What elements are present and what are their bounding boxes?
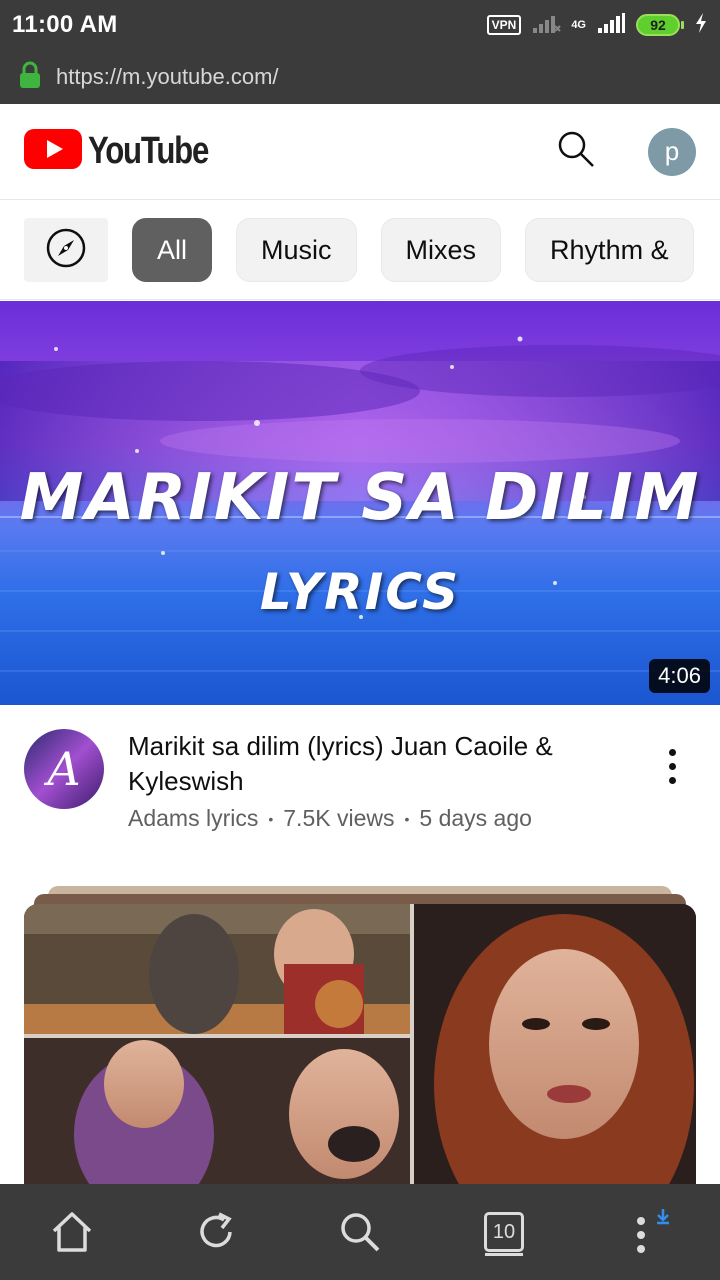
video-info: A Marikit sa dilim (lyrics) Juan Caoile … xyxy=(0,705,720,885)
video-thumbnail[interactable]: MARIKIT SA DILIM LYRICS 4:06 xyxy=(0,301,720,705)
header-actions: p xyxy=(556,127,696,176)
youtube-play-icon xyxy=(24,129,82,174)
more-options-icon[interactable] xyxy=(648,729,696,885)
menu-icon[interactable] xyxy=(618,1202,678,1262)
battery-level: 92 xyxy=(636,14,680,36)
browser-bottom-nav: 10 xyxy=(0,1184,720,1280)
youtube-wordmark: YouTube xyxy=(88,130,209,172)
address-bar[interactable]: https://m.youtube.com/ xyxy=(0,50,720,104)
thumbnail-title: MARIKIT SA DILIM xyxy=(19,461,701,535)
channel-avatar[interactable]: A xyxy=(24,729,104,809)
playlist-thumbnail xyxy=(24,904,696,1186)
explore-button[interactable] xyxy=(24,218,108,282)
home-icon[interactable] xyxy=(42,1202,102,1262)
separator-dot: • xyxy=(404,810,410,827)
compass-icon xyxy=(45,227,87,274)
status-icons: VPN 4G 92 xyxy=(486,12,708,39)
search-icon[interactable] xyxy=(556,129,596,174)
account-avatar[interactable]: p xyxy=(648,127,696,176)
reload-icon[interactable] xyxy=(186,1202,246,1262)
signal-sim1-icon xyxy=(531,12,562,39)
youtube-logo[interactable]: YouTube xyxy=(24,129,234,174)
charging-icon xyxy=(694,12,708,39)
separator-dot: • xyxy=(268,810,274,827)
playlist-card[interactable] xyxy=(24,886,696,1186)
chip-all[interactable]: All xyxy=(132,218,213,282)
tab-count: 10 xyxy=(484,1212,524,1252)
tabs-button[interactable]: 10 xyxy=(474,1202,534,1262)
network-type: 4G xyxy=(571,19,586,31)
url-text[interactable]: https://m.youtube.com/ xyxy=(56,64,279,90)
upload-age: 5 days ago xyxy=(419,805,532,831)
channel-name[interactable]: Adams lyrics xyxy=(128,805,258,832)
battery-icon: 92 xyxy=(636,14,684,36)
chip-mixes[interactable]: Mixes xyxy=(380,218,502,282)
lock-icon xyxy=(18,61,42,94)
svg-text:A: A xyxy=(43,742,80,796)
signal-sim2-icon xyxy=(596,12,626,39)
status-time: 11:00 AM xyxy=(12,11,118,38)
view-count: 7.5K views xyxy=(283,805,395,831)
video-title[interactable]: Marikit sa dilim (lyrics) Juan Caoile & … xyxy=(128,729,628,799)
filter-chips: All Music Mixes Rhythm & xyxy=(0,201,720,300)
video-duration: 4:06 xyxy=(649,659,710,693)
search-icon[interactable] xyxy=(330,1202,390,1262)
video-meta: Marikit sa dilim (lyrics) Juan Caoile & … xyxy=(128,729,628,885)
status-bar: 11:00 AM VPN 4G 92 xyxy=(0,0,720,50)
chip-music[interactable]: Music xyxy=(236,218,357,282)
thumbnail-subtitle: LYRICS xyxy=(259,563,461,621)
youtube-header: YouTube p xyxy=(0,104,720,200)
video-subline: Adams lyrics • 7.5K views • 5 days ago xyxy=(128,805,628,832)
vpn-badge: VPN xyxy=(486,15,522,35)
chip-rhythm[interactable]: Rhythm & xyxy=(525,218,694,282)
